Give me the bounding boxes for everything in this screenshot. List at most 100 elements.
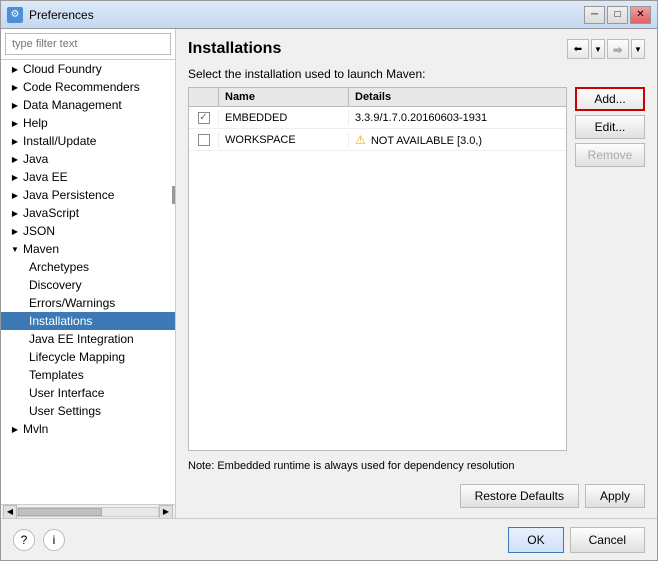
expand-arrow: ▶ xyxy=(9,81,21,93)
expand-arrow: ▶ xyxy=(9,99,21,111)
bottom-bar: Restore Defaults Apply xyxy=(188,484,645,508)
window-icon: ⚙ xyxy=(7,7,23,23)
installations-table: Name Details ✓ EMBEDDED 3.3.9/1.7.0.2016… xyxy=(188,87,567,451)
close-button[interactable]: ✕ xyxy=(630,6,651,24)
filter-input[interactable] xyxy=(5,33,171,55)
sidebar-item-label: Templates xyxy=(29,368,84,382)
nav-back-button[interactable]: ⬅ xyxy=(567,39,589,59)
add-button[interactable]: Add... xyxy=(575,87,645,111)
sidebar-item-java-ee-integration[interactable]: Java EE Integration xyxy=(1,330,175,348)
ok-button[interactable]: OK xyxy=(508,527,563,553)
expand-arrow: ▶ xyxy=(9,207,21,219)
scroll-right-btn[interactable]: ▶ xyxy=(159,505,173,519)
nav-forward-dropdown[interactable]: ▼ xyxy=(631,39,645,59)
subtitle-text: Select the installation used to launch M… xyxy=(188,67,645,81)
maximize-button[interactable]: □ xyxy=(607,6,628,24)
horizontal-scrollbar[interactable]: ◀ ▶ xyxy=(1,504,175,518)
right-header: Installations ⬅ ▼ ⮕ ▼ xyxy=(188,39,645,59)
row-name-embedded: EMBEDDED xyxy=(219,110,349,126)
sidebar-item-label: Maven xyxy=(23,242,59,256)
sidebar-item-java[interactable]: ▶ Java xyxy=(1,150,175,168)
sidebar-item-label: Errors/Warnings xyxy=(29,296,115,310)
footer: ? i OK Cancel xyxy=(1,518,657,560)
info-icon-button[interactable]: i xyxy=(43,529,65,551)
minimize-button[interactable]: ─ xyxy=(584,6,605,24)
sidebar-item-discovery[interactable]: Discovery xyxy=(1,276,175,294)
sidebar-item-label: Archetypes xyxy=(29,260,89,274)
scroll-track[interactable] xyxy=(17,507,159,517)
titlebar-buttons: ─ □ ✕ xyxy=(584,6,651,24)
sidebar-item-label: JavaScript xyxy=(23,206,79,220)
header-checkbox xyxy=(189,88,219,106)
sidebar-item-help[interactable]: ▶ Help xyxy=(1,114,175,132)
sidebar-item-archetypes[interactable]: Archetypes xyxy=(1,258,175,276)
table-header: Name Details xyxy=(189,88,566,107)
sidebar-item-cloud-foundry[interactable]: ▶ Cloud Foundry xyxy=(1,60,175,78)
sidebar-item-installations[interactable]: Installations xyxy=(1,312,175,330)
sidebar-item-maven[interactable]: ▼ Maven xyxy=(1,240,175,258)
expand-arrow: ▶ xyxy=(9,423,21,435)
sidebar-item-label: JSON xyxy=(23,224,55,238)
expand-arrow: ▶ xyxy=(9,171,21,183)
edit-button[interactable]: Edit... xyxy=(575,115,645,139)
sidebar-item-user-interface[interactable]: User Interface xyxy=(1,384,175,402)
expand-arrow: ▶ xyxy=(9,135,21,147)
expand-arrow: ▼ xyxy=(9,243,21,255)
sidebar-item-javascript[interactable]: ▶ JavaScript xyxy=(1,204,175,222)
sidebar-item-data-management[interactable]: ▶ Data Management xyxy=(1,96,175,114)
table-and-buttons: Name Details ✓ EMBEDDED 3.3.9/1.7.0.2016… xyxy=(188,87,645,451)
expand-arrow: ▶ xyxy=(9,225,21,237)
sidebar-item-label: Discovery xyxy=(29,278,82,292)
checkbox-workspace[interactable] xyxy=(198,134,210,146)
tree-area: ▶ Cloud Foundry ▶ Code Recommenders ▶ Da… xyxy=(1,60,175,504)
sidebar-item-label: User Settings xyxy=(29,404,101,418)
scroll-left-btn[interactable]: ◀ xyxy=(3,505,17,519)
apply-button[interactable]: Apply xyxy=(585,484,645,508)
sidebar-item-java-ee[interactable]: ▶ Java EE xyxy=(1,168,175,186)
row-checkbox-2[interactable] xyxy=(189,132,219,148)
sidebar-item-code-recommenders[interactable]: ▶ Code Recommenders xyxy=(1,78,175,96)
sidebar-item-label: User Interface xyxy=(29,386,104,400)
sidebar-item-label: Installations xyxy=(29,314,92,328)
page-title: Installations xyxy=(188,40,281,58)
footer-icons: ? i xyxy=(13,529,65,551)
nav-forward-button[interactable]: ⮕ xyxy=(607,39,629,59)
sidebar-item-label: Install/Update xyxy=(23,134,96,148)
sidebar-item-user-settings[interactable]: User Settings xyxy=(1,402,175,420)
sidebar-item-label: Mvln xyxy=(23,422,48,436)
help-icon: ? xyxy=(21,533,28,547)
table-body: ✓ EMBEDDED 3.3.9/1.7.0.20160603-1931 WOR… xyxy=(189,107,566,450)
right-panel: Installations ⬅ ▼ ⮕ ▼ Select the install… xyxy=(176,29,657,518)
sidebar-item-json[interactable]: ▶ JSON xyxy=(1,222,175,240)
titlebar: ⚙ Preferences ─ □ ✕ xyxy=(1,1,657,29)
sidebar-item-templates[interactable]: Templates xyxy=(1,366,175,384)
footer-actions: OK Cancel xyxy=(508,527,645,553)
row-checkbox-1[interactable]: ✓ xyxy=(189,110,219,126)
sidebar-item-label: Help xyxy=(23,116,48,130)
sidebar-item-label: Lifecycle Mapping xyxy=(29,350,125,364)
row-name-workspace: WORKSPACE xyxy=(219,132,349,148)
sidebar-item-java-persistence[interactable]: ▶ Java Persistence xyxy=(1,186,175,204)
nav-back-dropdown[interactable]: ▼ xyxy=(591,39,605,59)
help-icon-button[interactable]: ? xyxy=(13,529,35,551)
warning-icon: ⚠ xyxy=(355,133,366,147)
sidebar-item-mvln[interactable]: ▶ Mvln xyxy=(1,420,175,438)
remove-button[interactable]: Remove xyxy=(575,143,645,167)
window-title: Preferences xyxy=(29,8,584,22)
table-row[interactable]: ✓ EMBEDDED 3.3.9/1.7.0.20160603-1931 xyxy=(189,107,566,129)
expand-arrow: ▶ xyxy=(9,189,21,201)
sidebar-item-label: Java EE xyxy=(23,170,68,184)
filter-box xyxy=(1,29,175,60)
preferences-window: ⚙ Preferences ─ □ ✕ ▶ Cloud Foundry ▶ xyxy=(0,0,658,561)
sidebar-item-label: Java xyxy=(23,152,48,166)
note-text: Note: Embedded runtime is always used fo… xyxy=(188,459,645,474)
checkbox-embedded[interactable]: ✓ xyxy=(198,112,210,124)
cancel-button[interactable]: Cancel xyxy=(570,527,645,553)
sidebar-item-errors-warnings[interactable]: Errors/Warnings xyxy=(1,294,175,312)
expand-arrow: ▶ xyxy=(9,153,21,165)
sidebar-item-lifecycle-mapping[interactable]: Lifecycle Mapping xyxy=(1,348,175,366)
sidebar-item-install-update[interactable]: ▶ Install/Update xyxy=(1,132,175,150)
restore-defaults-button[interactable]: Restore Defaults xyxy=(460,484,579,508)
table-row[interactable]: WORKSPACE ⚠ NOT AVAILABLE [3.0,) xyxy=(189,129,566,151)
sidebar-item-label: Data Management xyxy=(23,98,122,112)
